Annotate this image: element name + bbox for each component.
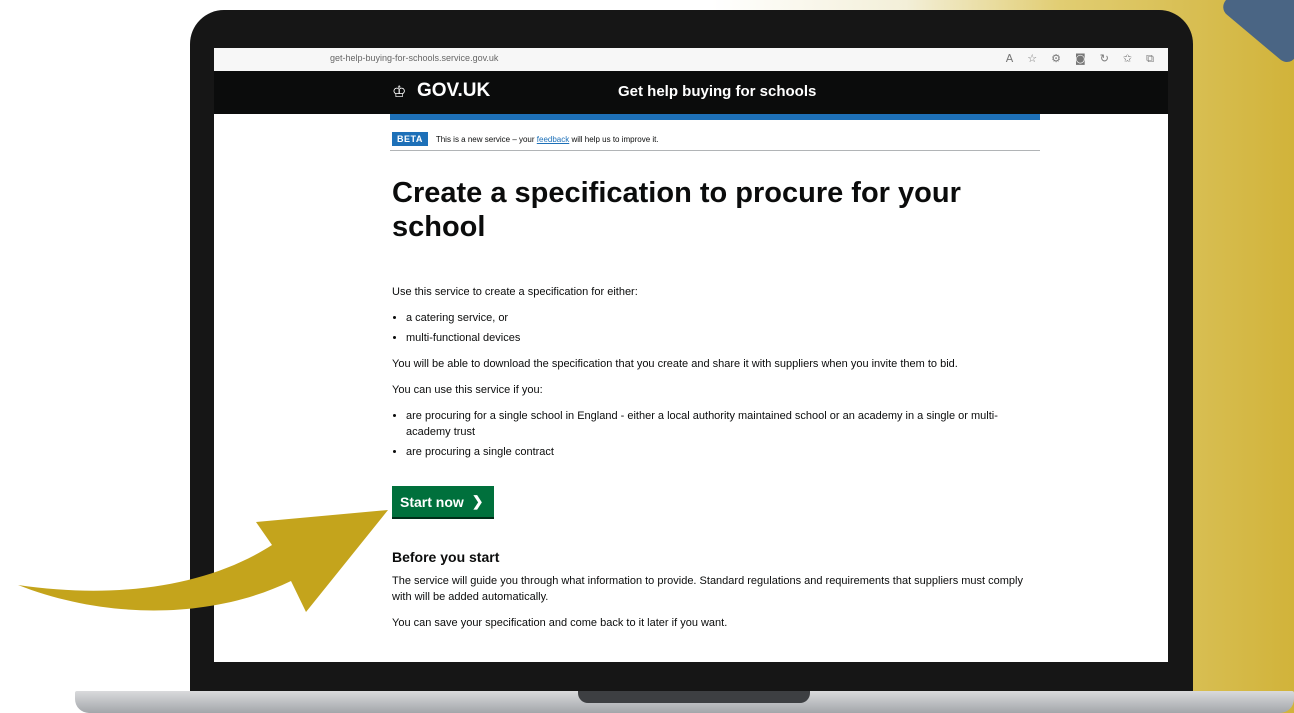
- list-item: multi-functional devices: [406, 330, 1042, 346]
- extensions-icon[interactable]: ⚙: [1051, 51, 1061, 67]
- start-now-button[interactable]: Start now ❯: [392, 486, 494, 517]
- chevron-right-icon: ❯: [471, 493, 484, 509]
- url-text[interactable]: get-help-buying-for-schools.service.gov.…: [330, 53, 498, 63]
- laptop-notch: [578, 691, 810, 703]
- intro-text: Use this service to create a specificati…: [392, 286, 638, 298]
- favorite-add-icon[interactable]: ☆: [1027, 51, 1037, 67]
- site-header: ♔ GOV.UK Get help buying for schools: [214, 71, 1168, 114]
- header-accent-bar: [390, 114, 1040, 120]
- conditions-list: are procuring for a single school in Eng…: [392, 408, 1042, 460]
- save-text: You can save your specification and come…: [392, 617, 728, 629]
- phase-banner-text: This is a new service – your feedback wi…: [436, 135, 659, 144]
- collections-icon[interactable]: ⧉: [1146, 51, 1154, 67]
- guide-text: The service will guide you through what …: [392, 575, 1023, 603]
- read-aloud-icon[interactable]: A: [1006, 51, 1014, 67]
- corner-decoration: [1219, 0, 1294, 67]
- can-use-text: You can use this service if you:: [392, 384, 543, 396]
- camera-icon[interactable]: ◙: [1075, 51, 1086, 67]
- start-button-label: Start now: [400, 493, 464, 510]
- page-title: Create a specification to procure for yo…: [392, 177, 961, 243]
- address-bar[interactable]: get-help-buying-for-schools.service.gov.…: [214, 48, 1168, 72]
- refresh-icon[interactable]: ↻: [1100, 51, 1109, 67]
- crown-icon: ♔: [392, 82, 407, 101]
- favorites-icon[interactable]: ✩: [1123, 51, 1132, 67]
- gov-uk-logo[interactable]: GOV.UK: [417, 80, 490, 102]
- phase-banner: BETA This is a new service – your feedba…: [390, 128, 1040, 151]
- phase-text-after: will help us to improve it.: [569, 134, 659, 144]
- beta-tag: BETA: [392, 132, 428, 146]
- service-options-list: a catering service, or multi-functional …: [392, 310, 1042, 346]
- browser-toolbar: A ☆ ⚙ ◙ ↻ ✩ ⧉: [1006, 51, 1154, 67]
- download-text: You will be able to download the specifi…: [392, 358, 958, 370]
- list-item: a catering service, or: [406, 310, 1042, 326]
- list-item: are procuring for a single school in Eng…: [406, 408, 1042, 440]
- phase-text-before: This is a new service – your: [435, 134, 537, 144]
- browser-screen: get-help-buying-for-schools.service.gov.…: [214, 48, 1168, 662]
- before-you-start-heading: Before you start: [392, 549, 500, 565]
- feedback-link[interactable]: feedback: [537, 135, 569, 144]
- list-item: are procuring a single contract: [406, 444, 1042, 460]
- service-name[interactable]: Get help buying for schools: [618, 83, 816, 100]
- main-content: Create a specification to procure for yo…: [392, 176, 1042, 631]
